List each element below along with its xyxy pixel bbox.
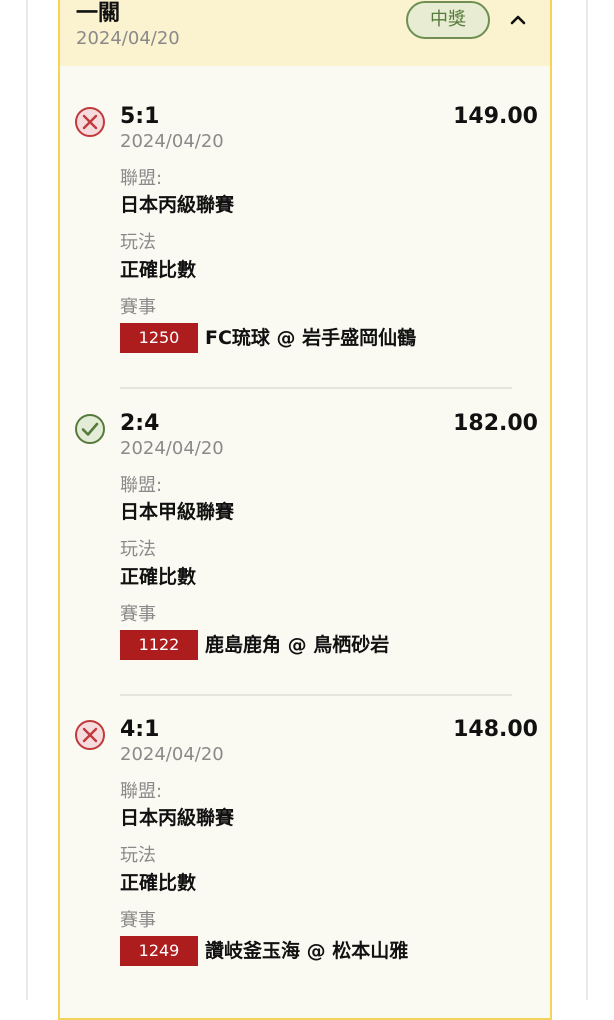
bet-score: 2:4	[120, 411, 160, 436]
league-value: 日本甲級聯賽	[120, 501, 235, 523]
right-edge-line	[586, 0, 588, 1000]
match-label: 賽事	[120, 604, 156, 625]
bet-divider	[120, 694, 512, 696]
bet-item: 5:1 149.00 2024/04/20 聯盟: 日本丙級聯賽 玩法 正確比數…	[60, 102, 550, 402]
bet-odds: 148.00	[453, 717, 538, 742]
bet-odds: 149.00	[453, 104, 538, 129]
match-code-badge: 1122	[120, 630, 198, 660]
bet-score: 5:1	[120, 104, 160, 129]
bet-item: 4:1 148.00 2024/04/20 聯盟: 日本丙級聯賽 玩法 正確比數…	[60, 715, 550, 1015]
bet-slip-header[interactable]: 一關 2024/04/20 中獎	[60, 0, 550, 66]
match-teams: 讚岐釜玉海 @ 松本山雅	[205, 940, 409, 962]
bet-slip-date: 2024/04/20	[76, 28, 180, 49]
play-value: 正確比數	[120, 566, 197, 588]
cross-circle-icon	[75, 720, 105, 750]
bet-slip-card: 一關 2024/04/20 中獎 5:1 149.00 2024/04/20 聯…	[58, 0, 552, 1020]
league-label: 聯盟:	[120, 475, 163, 496]
left-edge-line	[26, 0, 28, 1000]
league-value: 日本丙級聯賽	[120, 807, 235, 829]
bet-date: 2024/04/20	[120, 438, 224, 459]
match-teams: 鹿島鹿角 @ 鳥栖砂岩	[205, 634, 390, 656]
bet-type-title: 一關	[76, 1, 121, 26]
bet-odds: 182.00	[453, 411, 538, 436]
bet-date: 2024/04/20	[120, 744, 224, 765]
bet-score: 4:1	[120, 717, 160, 742]
bet-date: 2024/04/20	[120, 131, 224, 152]
match-teams: FC琉球 @ 岩手盛岡仙鶴	[205, 327, 417, 349]
bet-divider	[120, 387, 512, 389]
check-circle-icon	[75, 414, 105, 444]
play-value: 正確比數	[120, 259, 197, 281]
match-label: 賽事	[120, 910, 156, 931]
play-label: 玩法	[120, 232, 156, 253]
bet-item: 2:4 182.00 2024/04/20 聯盟: 日本甲級聯賽 玩法 正確比數…	[60, 409, 550, 709]
play-label: 玩法	[120, 845, 156, 866]
status-badge: 中獎	[406, 1, 490, 39]
play-label: 玩法	[120, 539, 156, 560]
league-label: 聯盟:	[120, 781, 163, 802]
match-code-badge: 1250	[120, 323, 198, 353]
match-label: 賽事	[120, 297, 156, 318]
league-label: 聯盟:	[120, 168, 163, 189]
play-value: 正確比數	[120, 872, 197, 894]
league-value: 日本丙級聯賽	[120, 194, 235, 216]
bet-detail-screen: 一關 2024/04/20 中獎 5:1 149.00 2024/04/20 聯…	[0, 0, 614, 1020]
chevron-up-icon[interactable]	[508, 10, 528, 30]
cross-circle-icon	[75, 107, 105, 137]
match-code-badge: 1249	[120, 936, 198, 966]
